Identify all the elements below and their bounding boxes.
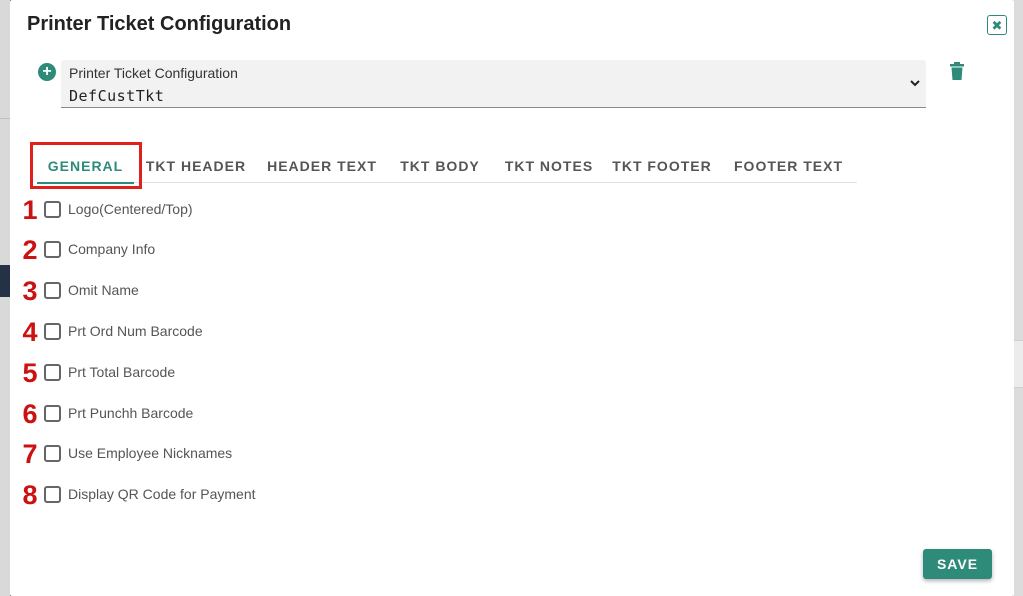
option-label: Prt Ord Num Barcode [68,323,203,339]
logo-centered-checkbox[interactable] [44,201,61,218]
prt-punchh-barcode-checkbox[interactable] [44,405,61,422]
prt-ord-num-barcode-checkbox[interactable] [44,323,61,340]
option-label: Logo(Centered/Top) [68,201,193,217]
add-circle-icon[interactable]: + [38,63,56,81]
config-tabs: GENERAL TKT HEADER HEADER TEXT TKT BODY … [37,148,857,184]
option-label: Prt Punchh Barcode [68,405,194,421]
background-app-right [1013,0,1023,596]
option-row: 8 Display QR Code for Payment [10,480,410,510]
save-button[interactable]: SAVE [923,549,992,579]
option-label: Omit Name [68,282,139,298]
annotation-number: 7 [22,439,38,469]
background-divider [0,118,10,119]
annotation-number: 2 [22,235,38,265]
annotation-number: 5 [22,358,38,388]
annotation-number: 4 [22,317,38,347]
option-row: 7 Use Employee Nicknames [10,439,410,469]
annotation-highlight-box [30,142,142,189]
annotation-number: 3 [22,276,38,306]
option-label: Prt Total Barcode [68,364,176,380]
option-row: 3 Omit Name [10,276,410,306]
option-row: 4 Prt Ord Num Barcode [10,317,410,347]
use-employee-nicknames-checkbox[interactable] [44,445,61,462]
annotation-number: 6 [22,399,38,429]
prt-total-barcode-checkbox[interactable] [44,364,61,381]
close-icon: ✖ [991,17,1003,33]
chevron-down-icon [910,80,920,87]
tab-tkt-header[interactable]: TKT HEADER [134,148,258,183]
option-label: Use Employee Nicknames [68,445,233,461]
display-qr-code-checkbox[interactable] [44,486,61,503]
option-row: 6 Prt Punchh Barcode [10,399,410,429]
tab-footer-text[interactable]: FOOTER TEXT [720,148,857,183]
dialog-title: Printer Ticket Configuration [27,13,292,35]
ticket-config-select[interactable]: Printer Ticket Configuration DefCustTkt [61,60,926,108]
printer-ticket-config-dialog: Printer Ticket Configuration ✖ + Printer… [10,0,1014,596]
background-row [1013,340,1023,388]
annotation-number: 1 [22,195,38,225]
tab-tkt-body[interactable]: TKT BODY [386,148,494,183]
tab-tkt-notes[interactable]: TKT NOTES [494,148,604,183]
select-value: DefCustTkt [69,87,165,105]
option-label: Company Info [68,241,156,257]
trash-icon[interactable] [950,62,964,80]
close-button[interactable]: ✖ [987,15,1007,35]
company-info-checkbox[interactable] [44,241,61,258]
option-label: Display QR Code for Payment [68,486,256,502]
omit-name-checkbox[interactable] [44,282,61,299]
background-dark-block [0,265,10,297]
background-app-left [0,0,10,596]
option-row: 5 Prt Total Barcode [10,358,410,388]
tab-tkt-footer[interactable]: TKT FOOTER [604,148,720,183]
option-row: 2 Company Info [10,235,410,265]
select-label: Printer Ticket Configuration [69,65,238,81]
option-row: 1 Logo(Centered/Top) [10,195,410,225]
annotation-number: 8 [22,480,38,510]
tab-header-text[interactable]: HEADER TEXT [258,148,386,183]
